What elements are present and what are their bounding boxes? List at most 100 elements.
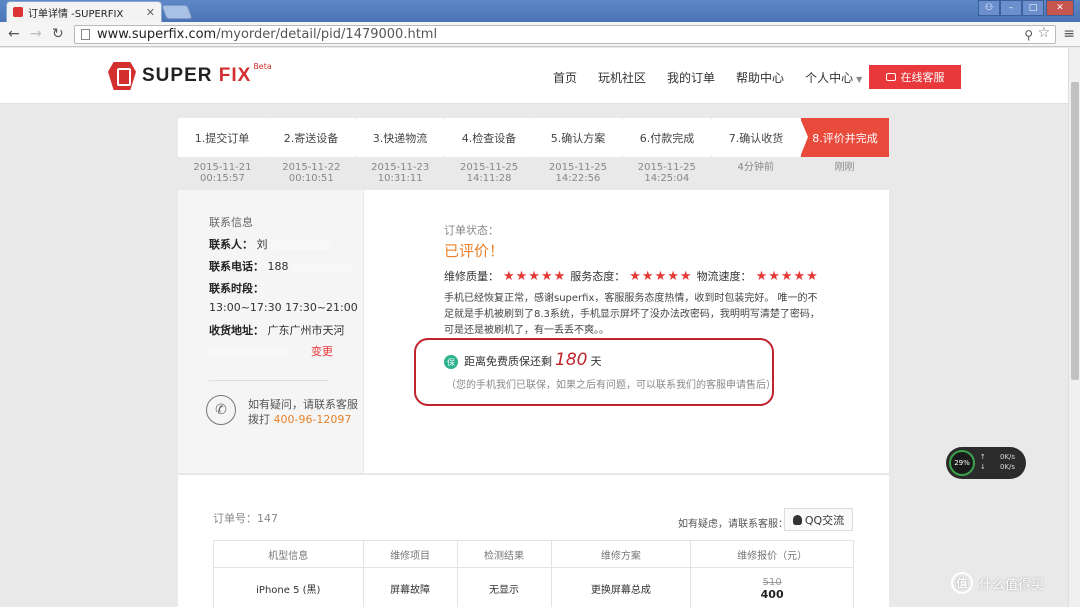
warranty-remaining: 距离免费质保还剩 180 天 — [464, 350, 602, 370]
rating-service-stars: ★★★★★ — [629, 268, 693, 284]
back-icon[interactable]: ← — [8, 26, 20, 42]
table-row: iPhone 5 (黑) 屏幕故障 无显示 更换屏幕总成 510 400 — [213, 567, 854, 607]
page-icon — [81, 29, 90, 40]
cell-item: 屏幕故障 — [362, 567, 458, 607]
minimize-button[interactable]: – — [1000, 0, 1022, 16]
contact-time-label: 联系时段： — [209, 282, 264, 295]
step-1: 1.提交订单 — [178, 118, 274, 157]
change-address-link[interactable]: 变更 — [311, 343, 333, 359]
warranty-box: 保 距离免费质保还剩 180 天 （您的手机我们已联保，如果之后有问题，可以联系我们… — [414, 338, 776, 406]
step-date-1: 2015-11-21 00:15:57 — [193, 162, 252, 184]
contact-address-blur — [209, 344, 289, 357]
price-new: 400 — [760, 587, 784, 601]
logo-mark-icon — [108, 62, 136, 90]
cell-plan: 更换屏幕总成 — [550, 567, 692, 607]
divider — [209, 380, 329, 381]
contact-person: 联系人： 刘 — [209, 236, 331, 252]
rating-logistics-stars: ★★★★★ — [755, 268, 819, 284]
site-header: SUPER FIX Beta 首页 玩机社区 我的订单 帮助中心 个人中心 ▼ 在… — [0, 48, 1068, 104]
contact-title: 联系信息 — [209, 216, 253, 229]
order-number: 订单号：147 — [213, 512, 278, 525]
cell-model: iPhone 5 (黑) — [213, 567, 364, 607]
col-item: 维修项目 — [362, 540, 458, 568]
chevron-down-icon: ▼ — [856, 75, 863, 84]
order-progress: 1.提交订单 2.寄送设备 3.快递物流 4.检查设备 5.确认方案 6.付款完… — [178, 118, 889, 157]
contact-phone: 联系电话： 188 — [209, 258, 352, 274]
step-4: 4.检查设备 — [445, 118, 541, 157]
help-phone-number: 400-96-12097 — [273, 413, 352, 426]
step-dates: 2015-11-21 00:15:57 2015-11-22 00:10:51 20… — [178, 162, 889, 184]
nav-help[interactable]: 帮助中心 — [736, 69, 784, 86]
rating-logistics-label: 物流速度： — [696, 270, 752, 283]
new-tab-button[interactable] — [161, 5, 193, 19]
warranty-icon: 保 — [444, 355, 458, 369]
bookmark-star-icon[interactable]: ☆ — [1037, 25, 1050, 42]
step-date-2: 2015-11-22 00:10:51 — [282, 162, 341, 184]
watermark-text: 什么值得买 — [979, 577, 1045, 593]
step-6: 6.付款完成 — [623, 118, 719, 157]
step-date-7: 4分钟前 — [737, 162, 774, 173]
favicon-icon — [13, 7, 23, 17]
address-bar: ← → ↻ www.superfix.com/myorder/detail/pi… — [0, 22, 1080, 47]
step-date-3: 2015-11-23 10:31:11 — [371, 162, 430, 184]
browser-tab[interactable]: 订单详情 -SUPERFIX ✕ — [6, 1, 162, 22]
nav-community[interactable]: 玩机社区 — [598, 69, 646, 86]
order-help: 如有疑虑，请联系客服： — [678, 519, 788, 530]
tab-close-icon[interactable]: ✕ — [146, 6, 155, 19]
cell-price: 510 400 — [690, 567, 854, 607]
forward-icon[interactable]: → — [30, 26, 42, 42]
order-table: 机型信息 维修项目 检测结果 维修方案 维修报价（元） iPhone 5 (黑)… — [213, 540, 854, 607]
rating-quality-label: 维修质量： — [444, 270, 499, 283]
chat-icon — [885, 73, 896, 81]
phone-icon: ✆ — [206, 395, 236, 425]
price-old: 510 — [762, 576, 782, 588]
qq-icon — [792, 514, 802, 525]
col-price: 维修报价（元） — [690, 540, 854, 568]
step-date-6: 2015-11-25 14:25:04 — [637, 162, 696, 184]
logo[interactable]: SUPER FIX Beta — [108, 62, 272, 90]
logo-beta: Beta — [253, 61, 272, 71]
nav-my-orders[interactable]: 我的订单 — [667, 69, 715, 86]
watermark: 值 什么值得买 — [951, 572, 1044, 594]
url-host: www.superfix.com — [97, 27, 217, 42]
url-path: /myorder/detail/pid/1479000.html — [216, 27, 438, 42]
warranty-note: （您的手机我们已联保，如果之后有问题，可以联系我们的客服申请售后） — [446, 380, 776, 391]
main-nav: 首页 玩机社区 我的订单 帮助中心 个人中心 ▼ — [553, 69, 862, 86]
scrollbar-thumb[interactable] — [1071, 82, 1079, 380]
warranty-days: 180 — [555, 350, 588, 370]
rating-quality-stars: ★★★★★ — [503, 268, 567, 284]
user-icon[interactable]: ⚇ — [978, 0, 1000, 16]
nav-personal-center[interactable]: 个人中心 ▼ — [805, 69, 862, 86]
step-8-active: 8.评价并完成 — [801, 118, 889, 157]
scrollbar[interactable] — [1068, 48, 1080, 607]
nav-home[interactable]: 首页 — [553, 69, 577, 86]
online-service-button[interactable]: 在线客服 — [869, 65, 961, 89]
menu-icon[interactable]: ≡ — [1063, 26, 1075, 42]
qq-chat-button[interactable]: QQ交流 — [784, 508, 853, 531]
ratings-row: 维修质量： ★★★★★ 服务态度： ★★★★★ 物流速度： ★★★★★ — [444, 268, 823, 284]
col-plan: 维修方案 — [550, 540, 692, 568]
rating-service-label: 服务态度： — [570, 270, 626, 283]
window-titlebar: 订单详情 -SUPERFIX ✕ ⚇ – □ ✕ — [0, 0, 1080, 22]
search-icon[interactable]: ⚲ — [1024, 27, 1033, 44]
reload-icon[interactable]: ↻ — [52, 26, 64, 42]
url-input[interactable]: www.superfix.com/myorder/detail/pid/1479… — [74, 25, 1056, 44]
step-date-5: 2015-11-25 14:22:56 — [548, 162, 607, 184]
status-label: 订单状态： — [444, 224, 499, 237]
status-value: 已评价！ — [444, 242, 505, 260]
step-7: 7.确认收货 — [712, 118, 808, 157]
net-usage-percent: 29% — [949, 450, 975, 476]
download-arrow-icon: ↓ — [980, 463, 986, 471]
step-date-4: 2015-11-25 14:11:28 — [460, 162, 519, 184]
tab-title: 订单详情 -SUPERFIX — [28, 8, 124, 20]
contact-help: 如有疑问，请联系客服 拨打 400-96-12097 — [248, 398, 358, 426]
network-speed-widget[interactable]: 29% ↑ ↓ 0K/s 0K/s — [946, 447, 1026, 479]
order-details: 订单号：147 如有疑虑，请联系客服： QQ交流 机型信息 维修项目 检测结果 … — [178, 474, 889, 607]
col-model: 机型信息 — [213, 540, 364, 568]
logo-text: SUPER FIX — [142, 65, 252, 86]
cell-result: 无显示 — [456, 567, 552, 607]
step-5: 5.确认方案 — [534, 118, 630, 157]
close-window-button[interactable]: ✕ — [1046, 0, 1074, 16]
contact-address: 收货地址： 广东广州市天河 — [209, 324, 345, 337]
maximize-button[interactable]: □ — [1022, 0, 1044, 16]
